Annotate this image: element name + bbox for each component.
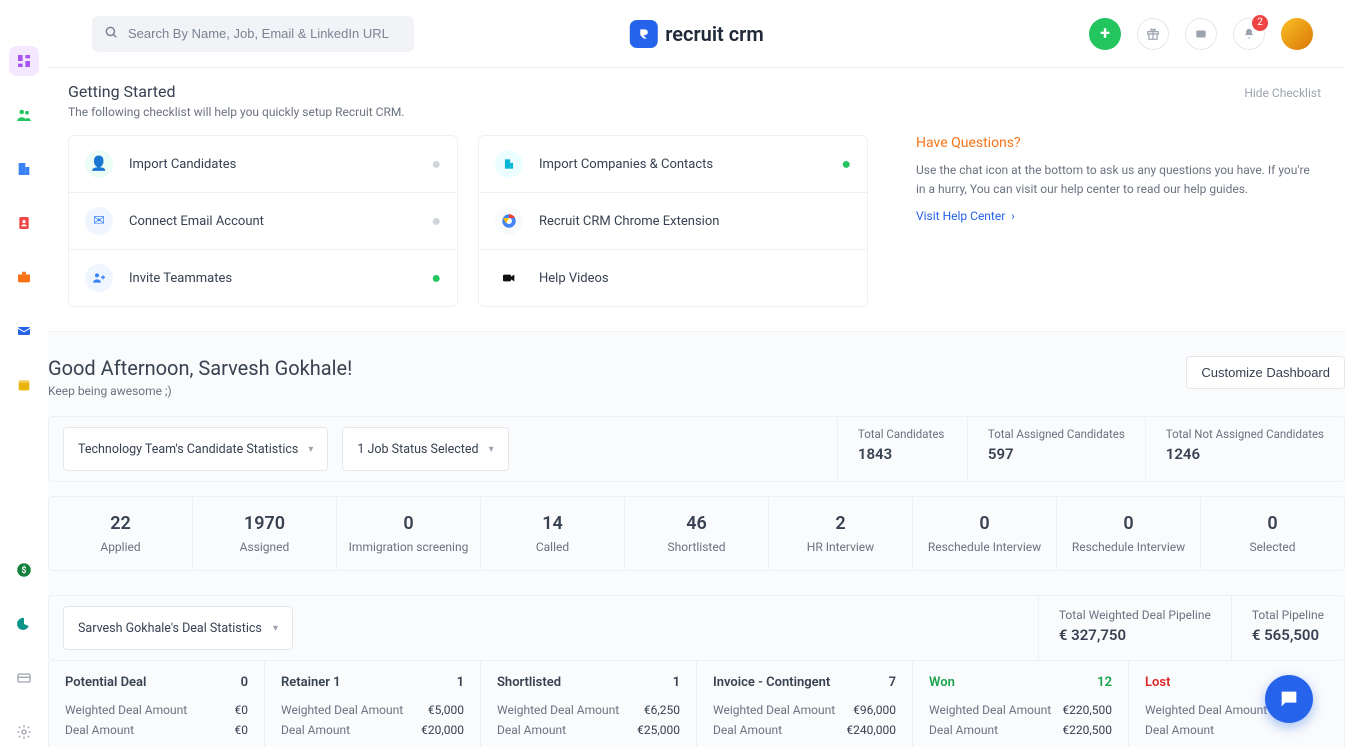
help-panel: Have Questions? Use the chat icon at the… xyxy=(888,135,1325,307)
check-done-icon: ● xyxy=(431,268,441,288)
check-icon: ● xyxy=(431,211,441,231)
job-status-dropdown[interactable]: 1 Job Status Selected ▾ xyxy=(342,427,508,471)
person-icon: 👤 xyxy=(85,150,113,178)
stage-cell[interactable]: 0Reschedule Interview xyxy=(1056,497,1200,570)
stage-cell[interactable]: 0Selected xyxy=(1200,497,1344,570)
getting-started-panel: Getting Started The following checklist … xyxy=(48,68,1345,332)
chevron-down-icon: ▾ xyxy=(308,444,313,455)
deal-stages: Potential Deal0Weighted Deal Amount€0Dea… xyxy=(48,661,1345,747)
nav-contacts[interactable] xyxy=(9,208,39,238)
notifications-icon[interactable]: 2 xyxy=(1233,18,1265,50)
chevron-down-icon: ▾ xyxy=(489,444,494,455)
greeting-subtitle: Keep being awesome ;) xyxy=(48,384,1186,398)
svg-text:$: $ xyxy=(21,565,26,576)
stage-cell[interactable]: 0Reschedule Interview xyxy=(912,497,1056,570)
mail-icon: ✉ xyxy=(85,207,113,235)
nav-mail[interactable] xyxy=(9,316,39,346)
stage-cell[interactable]: 0Immigration screening xyxy=(336,497,480,570)
nav-jobs[interactable] xyxy=(9,262,39,292)
getting-started-subtitle: The following checklist will help you qu… xyxy=(68,105,1325,119)
nav-billing[interactable]: $ xyxy=(9,555,39,585)
video-icon xyxy=(495,264,523,292)
deal-cell[interactable]: Shortlisted1Weighted Deal Amount€6,250De… xyxy=(480,661,696,747)
checklist-import-candidates[interactable]: 👤 Import Candidates ● xyxy=(69,136,457,192)
chrome-icon xyxy=(495,207,523,235)
deal-cell[interactable]: Invoice - Contingent7Weighted Deal Amoun… xyxy=(696,661,912,747)
search-box[interactable] xyxy=(92,16,414,52)
total-weighted-pipeline: Total Weighted Deal Pipeline € 327,750 xyxy=(1038,596,1231,660)
brand: recruit crm xyxy=(629,20,763,48)
checklist-col-1: 👤 Import Candidates ● ✉ Connect Email Ac… xyxy=(68,135,458,307)
search-icon xyxy=(104,25,118,43)
create-button[interactable]: + xyxy=(1089,18,1121,50)
user-avatar[interactable] xyxy=(1281,18,1313,50)
check-icon: ● xyxy=(431,154,441,174)
candidate-stats-header: Technology Team's Candidate Statistics ▾… xyxy=(48,416,1345,482)
deal-cell[interactable]: Won12Weighted Deal Amount€220,500Deal Am… xyxy=(912,661,1128,747)
deal-stats-dropdown[interactable]: Sarvesh Gokhale's Deal Statistics ▾ xyxy=(63,606,293,650)
nav-dashboard[interactable] xyxy=(9,46,39,76)
deal-cell[interactable]: Retainer 11Weighted Deal Amount€5,000Dea… xyxy=(264,661,480,747)
nav-calendar[interactable] xyxy=(9,370,39,400)
notification-badge: 2 xyxy=(1252,15,1268,31)
building-icon xyxy=(495,150,523,178)
customize-dashboard-button[interactable]: Customize Dashboard xyxy=(1186,356,1345,389)
inbox-icon[interactable] xyxy=(1185,18,1217,50)
brand-name: recruit crm xyxy=(665,22,763,46)
visit-help-center-link[interactable]: Visit Help Center › xyxy=(916,209,1317,223)
checklist-help-videos[interactable]: Help Videos ● xyxy=(479,249,867,306)
stage-cell[interactable]: 46Shortlisted xyxy=(624,497,768,570)
people-add-icon xyxy=(85,264,113,292)
checklist-invite-teammates[interactable]: Invite Teammates ● xyxy=(69,249,457,306)
nav-companies[interactable] xyxy=(9,154,39,184)
sidebar: $ xyxy=(0,0,48,747)
total-candidates: Total Candidates 1843 xyxy=(837,417,967,481)
getting-started-title: Getting Started xyxy=(68,82,1325,101)
nav-cards[interactable] xyxy=(9,663,39,693)
stage-cell[interactable]: 22Applied xyxy=(49,497,192,570)
stage-cell[interactable]: 2HR Interview xyxy=(768,497,912,570)
help-title: Have Questions? xyxy=(916,135,1317,151)
checklist-connect-email[interactable]: ✉ Connect Email Account ● xyxy=(69,192,457,249)
stage-cell[interactable]: 14Called xyxy=(480,497,624,570)
gift-icon[interactable] xyxy=(1137,18,1169,50)
hide-checklist-link[interactable]: Hide Checklist xyxy=(1244,86,1321,100)
nav-settings[interactable] xyxy=(9,717,39,747)
total-assigned: Total Assigned Candidates 597 xyxy=(967,417,1145,481)
check-done-icon: ● xyxy=(841,154,851,174)
total-not-assigned: Total Not Assigned Candidates 1246 xyxy=(1145,417,1344,481)
search-input[interactable] xyxy=(128,26,402,41)
help-text: Use the chat icon at the bottom to ask u… xyxy=(916,161,1317,199)
brand-logo-icon xyxy=(629,20,657,48)
deal-cell[interactable]: Potential Deal0Weighted Deal Amount€0Dea… xyxy=(49,661,264,747)
greeting-title: Good Afternoon, Sarvesh Gokhale! xyxy=(48,356,1186,380)
checklist-chrome-extension[interactable]: Recruit CRM Chrome Extension ● xyxy=(479,192,867,249)
nav-candidates[interactable] xyxy=(9,100,39,130)
checklist-import-companies[interactable]: Import Companies & Contacts ● xyxy=(479,136,867,192)
topbar: recruit crm + 2 xyxy=(48,0,1345,68)
nav-reports[interactable] xyxy=(9,609,39,639)
deal-stats-header: Sarvesh Gokhale's Deal Statistics ▾ Tota… xyxy=(48,595,1345,661)
chat-button[interactable] xyxy=(1265,675,1313,723)
team-stats-dropdown[interactable]: Technology Team's Candidate Statistics ▾ xyxy=(63,427,328,471)
chevron-down-icon: ▾ xyxy=(273,623,278,634)
pipeline-stages: 22Applied1970Assigned0Immigration screen… xyxy=(48,496,1345,571)
total-pipeline: Total Pipeline € 565,500 xyxy=(1231,596,1344,660)
stage-cell[interactable]: 1970Assigned xyxy=(192,497,336,570)
checklist-col-2: Import Companies & Contacts ● Recruit CR… xyxy=(478,135,868,307)
